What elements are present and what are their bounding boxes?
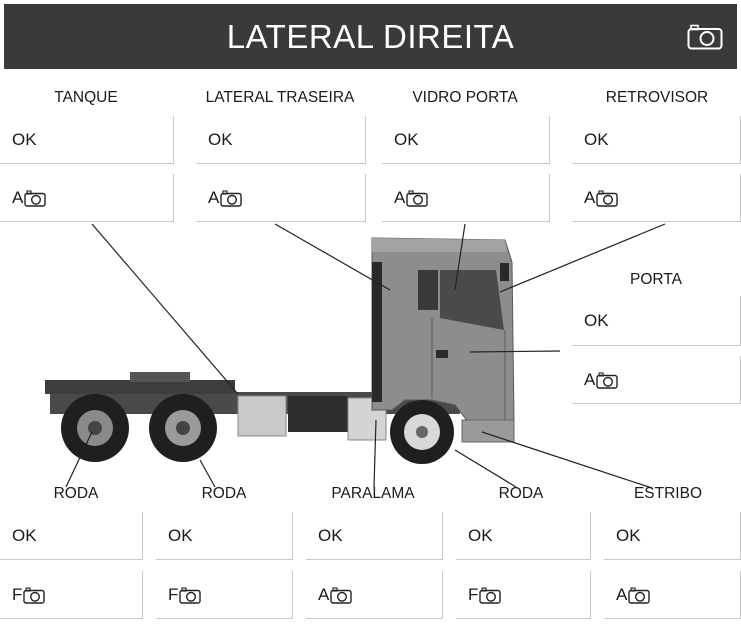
porta-status-field[interactable]: OK <box>572 296 741 346</box>
camera-icon <box>24 189 47 207</box>
lateral-traseira-status-field[interactable]: OK <box>196 116 366 164</box>
paralama-photo-button[interactable]: A <box>306 571 443 619</box>
roda-2-photo-button[interactable]: F <box>156 571 293 619</box>
camera-icon <box>179 586 202 604</box>
paralama-status-field[interactable]: OK <box>306 512 443 560</box>
label-lateral-traseira: LATERAL TRASEIRA <box>205 89 355 106</box>
camera-icon <box>220 189 243 207</box>
vidro-porta-photo-button[interactable]: A <box>382 174 550 222</box>
page-title: LATERAL DIREITA <box>226 18 515 55</box>
vidro-porta-status-field[interactable]: OK <box>382 116 550 164</box>
camera-icon <box>479 586 502 604</box>
camera-icon[interactable] <box>687 24 723 50</box>
tanque-status-field[interactable]: OK <box>0 116 174 164</box>
label-vidro-porta: VIDRO PORTA <box>412 89 518 106</box>
tanque-photo-button[interactable]: A <box>0 174 174 222</box>
roda-1-photo-button[interactable]: F <box>0 571 143 619</box>
label-porta: PORTA <box>630 271 682 288</box>
label-tanque: TANQUE <box>54 89 118 106</box>
camera-icon <box>23 586 46 604</box>
label-roda-3: RODA <box>498 485 544 502</box>
estribo-photo-button[interactable]: A <box>604 571 741 619</box>
label-paralama: PARALAMA <box>331 485 415 502</box>
lateral-traseira-photo-button[interactable]: A <box>196 174 366 222</box>
camera-icon <box>596 371 619 389</box>
camera-icon <box>330 586 353 604</box>
camera-icon <box>596 189 619 207</box>
label-retrovisor: RETROVISOR <box>605 89 709 106</box>
roda-3-status-field[interactable]: OK <box>456 512 591 560</box>
camera-icon <box>628 586 651 604</box>
label-estribo: ESTRIBO <box>633 485 703 502</box>
porta-photo-button[interactable]: A <box>572 356 741 404</box>
retrovisor-photo-button[interactable]: A <box>572 174 741 222</box>
roda-3-photo-button[interactable]: F <box>456 571 591 619</box>
header-bar: LATERAL DIREITA <box>4 4 737 69</box>
label-roda-1: RODA <box>53 485 99 502</box>
roda-2-status-field[interactable]: OK <box>156 512 293 560</box>
estribo-status-field[interactable]: OK <box>604 512 741 560</box>
camera-icon <box>406 189 429 207</box>
roda-1-status-field[interactable]: OK <box>0 512 143 560</box>
label-roda-2: RODA <box>201 485 247 502</box>
retrovisor-status-field[interactable]: OK <box>572 116 741 164</box>
